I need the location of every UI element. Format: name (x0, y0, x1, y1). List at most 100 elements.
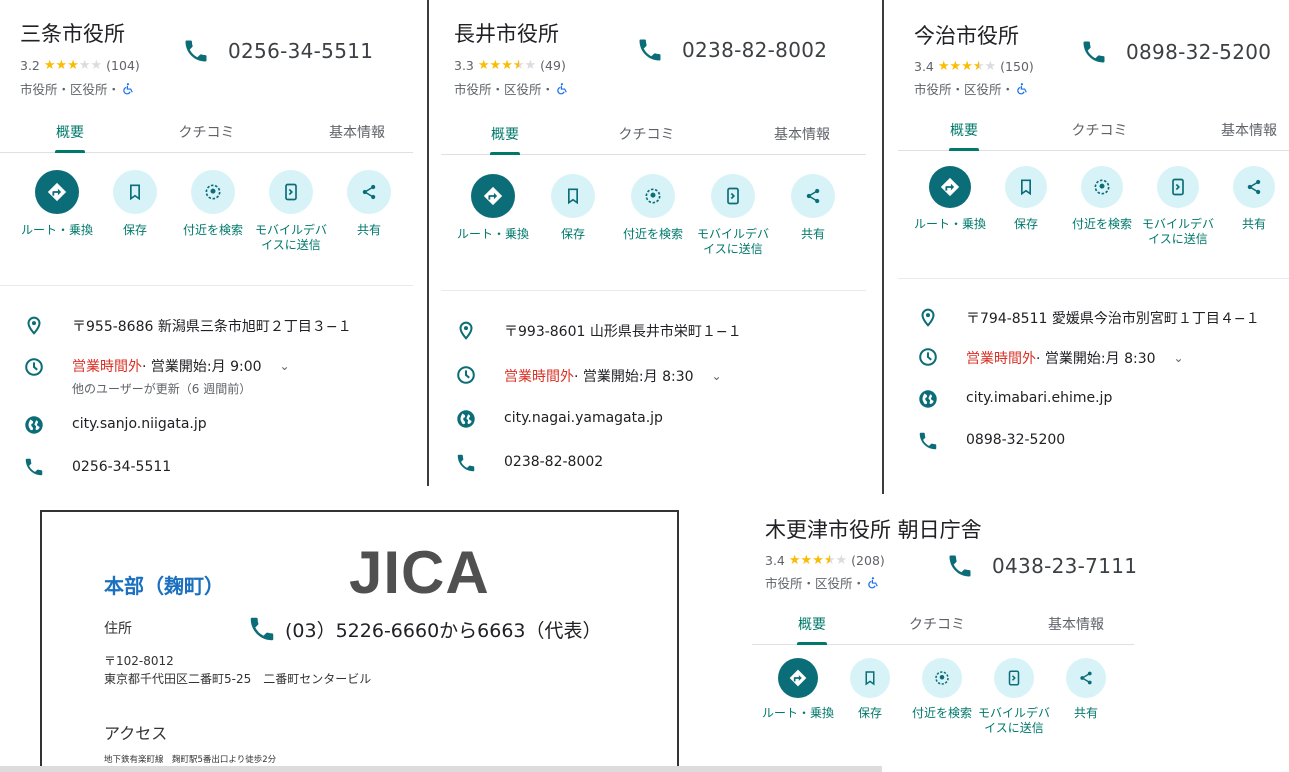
nearby-button[interactable]: 付近を検索 (906, 658, 978, 736)
website-row[interactable]: city.imabari.ehime.jp (916, 388, 1112, 410)
tab-overview[interactable]: 概要 (55, 122, 85, 153)
tab-about[interactable]: 基本情報 (329, 122, 385, 152)
star-icon: ★ (812, 553, 824, 568)
share-label: 共有 (800, 227, 825, 241)
tab-overview[interactable]: 概要 (797, 614, 827, 645)
tab-reviews[interactable]: クチコミ (1072, 120, 1128, 150)
directions-button[interactable]: ルート・乗換 (762, 658, 834, 736)
share-label: 共有 (356, 223, 381, 237)
star-icon: ★ (961, 59, 973, 74)
send-to-device-button[interactable]: モバイルデバイスに送信 (1140, 166, 1216, 247)
phone-icon (247, 614, 277, 644)
save-button[interactable]: 保存 (96, 170, 174, 253)
send-to-device-button[interactable]: モバイルデバイスに送信 (252, 170, 330, 253)
review-count[interactable]: (104) (106, 58, 140, 73)
hours-row[interactable]: 営業時間外 · 営業開始: 月 8:30 ⌄ (916, 346, 1184, 368)
header-phone[interactable]: 0238-82-8002 (636, 36, 827, 64)
nearby-icon (203, 182, 223, 202)
save-button[interactable]: 保存 (988, 166, 1064, 247)
bookmark-icon (861, 669, 879, 687)
send-to-device-button[interactable]: モバイルデバイスに送信 (693, 174, 773, 257)
chevron-down-icon[interactable]: ⌄ (1174, 351, 1184, 365)
save-button[interactable]: 保存 (834, 658, 906, 736)
jica-phone[interactable]: (03）5226-6660から6663（代表） (247, 614, 602, 644)
address-row[interactable]: 〒993-8601 山形県長井市栄町１−１ (454, 319, 742, 341)
send-to-device-label: モバイルデバイスに送信 (1141, 217, 1214, 246)
rating-row: 3.3 ★ ★ ★ ★ ★ (49) (454, 58, 566, 73)
chevron-down-icon[interactable]: ⌄ (280, 359, 290, 373)
place-title: 長井市役所 (454, 22, 559, 46)
star-icon: ★ (524, 58, 537, 73)
save-button-circle (850, 658, 890, 698)
hours-separator: · 営業開始: (142, 359, 212, 375)
tab-overview[interactable]: 概要 (490, 124, 520, 155)
tab-bar: 概要 クチコミ 基本情報 (441, 124, 866, 155)
rating-value: 3.4 (765, 553, 785, 568)
share-button[interactable]: 共有 (1050, 658, 1122, 736)
rating-stars: ★ ★ ★ ★ ★ (938, 60, 996, 73)
tab-about[interactable]: 基本情報 (774, 124, 830, 154)
send-to-device-button[interactable]: モバイルデバイスに送信 (978, 658, 1050, 736)
tab-overview[interactable]: 概要 (949, 120, 979, 151)
hours-row[interactable]: 営業時間外 · 営業開始: 月 8:30 ⌄ (454, 364, 722, 386)
rating-stars: ★ ★ ★ ★ ★ (478, 59, 536, 72)
divider (0, 285, 413, 286)
share-button[interactable]: 共有 (1216, 166, 1289, 247)
nearby-button[interactable]: 付近を検索 (1064, 166, 1140, 247)
star-icon: ★ (937, 59, 950, 74)
star-half-icon: ★ (823, 553, 836, 568)
header-phone[interactable]: 0898-32-5200 (1080, 38, 1271, 66)
action-bar: ルート・乗換 保存 付近を検索 モバイルデバイスに送信 共有 (453, 174, 853, 257)
share-button-circle (347, 170, 391, 214)
website-row[interactable]: city.nagai.yamagata.jp (454, 408, 663, 430)
directions-icon (46, 181, 68, 203)
directions-button-circle (929, 166, 971, 208)
save-button[interactable]: 保存 (533, 174, 613, 257)
nearby-label: 付近を検索 (622, 227, 683, 241)
header-phone[interactable]: 0438-23-7111 (946, 552, 1137, 580)
location-pin-icon (455, 319, 477, 341)
nearby-button[interactable]: 付近を検索 (613, 174, 693, 257)
tab-about[interactable]: 基本情報 (1048, 614, 1104, 644)
directions-button[interactable]: ルート・乗換 (912, 166, 988, 247)
directions-button[interactable]: ルート・乗換 (18, 170, 96, 253)
share-button[interactable]: 共有 (773, 174, 853, 257)
send-to-device-icon (1168, 177, 1188, 197)
chevron-down-icon[interactable]: ⌄ (712, 369, 722, 383)
header-phone[interactable]: 0256-34-5511 (182, 37, 373, 65)
star-icon: ★ (489, 58, 502, 73)
review-count[interactable]: (150) (1000, 59, 1034, 74)
directions-button-circle (471, 174, 515, 218)
address-row[interactable]: 〒955-8686 新潟県三条市旭町２丁目３−１ (22, 314, 352, 336)
review-count[interactable]: (49) (540, 58, 566, 73)
tab-bar: 概要 クチコミ 基本情報 (0, 122, 413, 153)
directions-icon (482, 185, 504, 207)
wheelchair-icon (122, 82, 135, 95)
hours-open-time: 月 8:30 (1105, 351, 1156, 367)
tab-reviews[interactable]: クチコミ (909, 614, 965, 644)
phone-row[interactable]: 0238-82-8002 (454, 452, 603, 474)
star-icon: ★ (835, 553, 848, 568)
tab-reviews[interactable]: クチコミ (179, 122, 235, 152)
star-half-icon: ★ (972, 59, 985, 74)
review-count[interactable]: (208) (851, 553, 885, 568)
phone-row[interactable]: 0898-32-5200 (916, 430, 1065, 452)
tab-reviews[interactable]: クチコミ (619, 124, 675, 154)
share-button[interactable]: 共有 (330, 170, 408, 253)
header-phone-number: 0438-23-7111 (992, 554, 1138, 578)
jica-logo: JICA (349, 539, 490, 606)
directions-button[interactable]: ルート・乗換 (453, 174, 533, 257)
wheelchair-icon (556, 82, 569, 95)
nearby-button[interactable]: 付近を検索 (174, 170, 252, 253)
address-row[interactable]: 〒794-8511 愛媛県今治市別宮町１丁目４−１ (916, 306, 1260, 328)
tab-about[interactable]: 基本情報 (1221, 120, 1277, 150)
website-row[interactable]: city.sanjo.niigata.jp (22, 414, 207, 436)
save-label: 保存 (1013, 217, 1038, 231)
horizontal-scrollbar[interactable] (0, 766, 882, 772)
globe-icon (917, 388, 939, 410)
star-half-icon: ★ (512, 58, 525, 73)
jica-info-box: 本部（麹町） JICA 住所 (03）5226-6660から6663（代表） 〒… (40, 510, 679, 772)
hours-row[interactable]: 営業時間外 · 営業開始: 月 9:00 ⌄ 他のユーザーが更新（6 週間前） (22, 356, 290, 397)
phone-row[interactable]: 0256-34-5511 (22, 456, 171, 478)
clock-icon (917, 346, 939, 368)
